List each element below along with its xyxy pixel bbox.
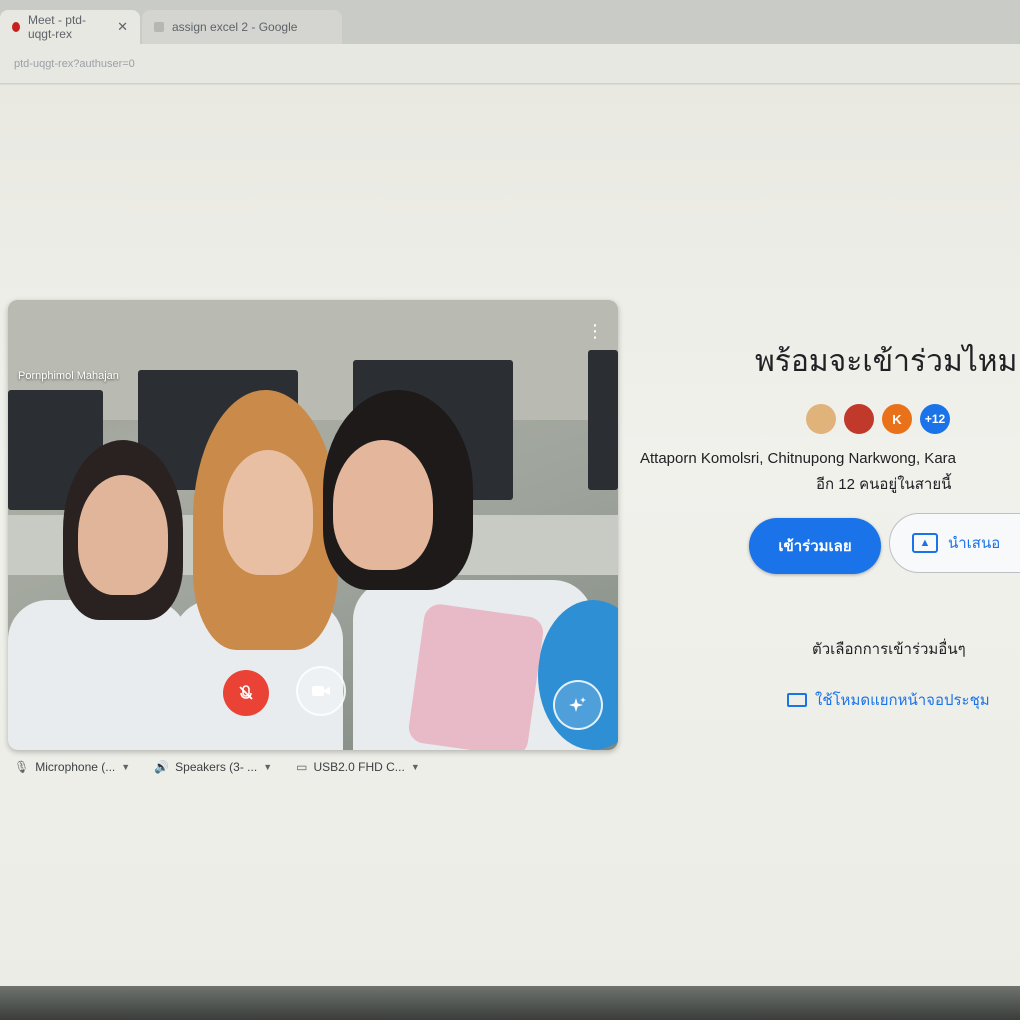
address-bar[interactable]: ptd-uqgt-rex?authuser=0 [0, 44, 1020, 84]
avatar [844, 404, 874, 434]
present-button[interactable]: ▲ นำเสนอ [889, 513, 1020, 573]
more-options-icon[interactable]: ⋮ [586, 322, 604, 340]
speaker-icon: 🔊 [154, 760, 170, 774]
browser-tabstrip: Meet - ptd-uqgt-rex ✕ assign excel 2 - G… [0, 0, 1020, 44]
monitor-bezel [0, 986, 1020, 1020]
face-middle [223, 450, 313, 575]
microphone-icon: 🎙 [14, 760, 30, 774]
other-join-options-heading: ตัวเลือกการเข้าร่วมอื่นๆ [812, 641, 966, 658]
device-selectors: 🎙 Microphone (... ▼ 🔊 Speakers (3- ... ▼… [14, 752, 614, 782]
tab-label: Meet - ptd-uqgt-rex [27, 13, 86, 41]
microphone-label: Microphone (... [35, 760, 116, 774]
meet-favicon-icon [12, 22, 20, 32]
chevron-down-icon: ▼ [410, 762, 420, 772]
tab-meet[interactable]: Meet - ptd-uqgt-rex ✕ [0, 10, 140, 44]
join-now-button[interactable]: เข้าร่วมเลย [749, 518, 881, 574]
tab-label: assign excel 2 - Google [172, 20, 298, 34]
present-label: นำเสนอ [948, 535, 1001, 552]
page-title: พร้อมจะเข้าร่วมไหม [755, 345, 1018, 378]
participant-name: Pornphimol Mahajan [18, 370, 119, 382]
camera-label: USB2.0 FHD C... [313, 760, 405, 774]
sparkle-icon [569, 697, 586, 712]
more-participants-badge: +12 [920, 404, 950, 434]
video-camera-icon: ▭ [296, 760, 308, 774]
speakers-label: Speakers (3- ... [175, 760, 258, 774]
camera-select[interactable]: ▭ USB2.0 FHD C... ▼ [296, 760, 420, 774]
present-screen-icon: ▲ [912, 533, 938, 553]
face-right [333, 440, 433, 570]
shirt-left [8, 600, 188, 750]
participant-names: Attaporn Komolsri, Chitnupong Narkwong, … [640, 450, 956, 467]
companion-mode-label: ใช้โหมดแยกหน้าจอประชุม [815, 692, 990, 709]
close-icon[interactable]: ✕ [117, 19, 128, 35]
mic-off-icon [239, 685, 253, 700]
monitor-edge [588, 350, 618, 490]
companion-mode-link[interactable]: ใช้โหมดแยกหน้าจอประชุม [787, 688, 990, 712]
camera-preview: Pornphimol Mahajan ⋮ [8, 300, 618, 750]
face-left [78, 475, 168, 595]
others-in-call: อีก 12 คนอยู่ในสายนี้ [816, 476, 952, 493]
camera-icon [312, 686, 330, 696]
avatar: K [882, 404, 912, 434]
microphone-select[interactable]: 🎙 Microphone (... ▼ [14, 760, 130, 774]
visual-effects-button[interactable] [553, 680, 603, 730]
tab-sheets[interactable]: assign excel 2 - Google [142, 10, 342, 44]
chevron-down-icon: ▼ [263, 762, 273, 772]
companion-mode-icon [787, 693, 807, 707]
sheets-favicon-icon [154, 22, 164, 32]
mic-off-button[interactable] [223, 670, 269, 716]
participant-avatars: K +12 [806, 404, 950, 434]
avatar [806, 404, 836, 434]
speakers-select[interactable]: 🔊 Speakers (3- ... ▼ [154, 760, 272, 774]
chevron-down-icon: ▼ [121, 762, 131, 772]
url-text: ptd-uqgt-rex?authuser=0 [14, 57, 135, 70]
pink-phone [406, 602, 546, 750]
camera-button[interactable] [296, 666, 346, 716]
